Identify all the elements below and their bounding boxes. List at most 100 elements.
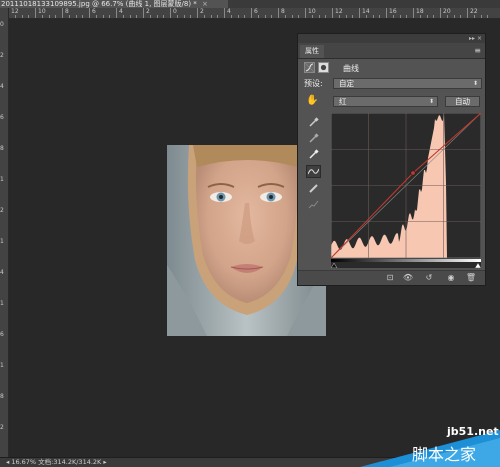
ruler-tick xyxy=(122,15,124,18)
preset-label: 预设: xyxy=(304,79,323,88)
ruler-tick xyxy=(129,15,131,18)
ruler-tick xyxy=(325,15,327,18)
ruler-tick xyxy=(163,15,165,18)
layer-mask-icon[interactable] xyxy=(318,62,329,73)
ruler-left-label: 0 xyxy=(0,21,4,28)
ruler-tick xyxy=(392,15,394,18)
ruler-top-label: 4 xyxy=(227,8,231,15)
ruler-tick xyxy=(62,8,63,18)
ruler-tick xyxy=(467,8,468,18)
ruler-tick xyxy=(237,15,239,18)
ruler-left-label: 4 xyxy=(0,269,4,276)
ruler-tick xyxy=(473,15,475,18)
close-tab-icon[interactable]: × xyxy=(202,0,208,8)
collapse-panel-icon[interactable]: ▸▸ xyxy=(469,35,475,42)
ruler-tick xyxy=(190,15,192,18)
properties-panel: ▸▸ × 属性 ≡ 曲线 预设: 自定 ⬍ ✋ 红 ⬍ 自动 ⊡ 👁 ↺ ◉ 🗑 xyxy=(297,33,486,286)
document-tab-title: 20111018133109895.jpg @ 66.7% (曲线 1, 图层蒙… xyxy=(1,0,197,8)
ruler-tick xyxy=(440,8,441,18)
ruler-top-label: 4 xyxy=(119,8,123,15)
channel-dropdown[interactable]: 红 ⬍ xyxy=(333,96,438,107)
ruler-tick xyxy=(433,15,435,18)
ruler-tick xyxy=(210,15,212,18)
preset-value: 自定 xyxy=(339,79,354,88)
ruler-horizontal[interactable]: 12 10 8 6 4 2 0 2 4 6 8 10 12 14 16 18 20 22 xyxy=(8,8,500,19)
tab-bar-background xyxy=(228,0,500,8)
ruler-tick xyxy=(75,15,77,18)
close-panel-icon[interactable]: × xyxy=(477,35,482,42)
panel-title: 曲线 xyxy=(343,64,359,73)
ruler-tick xyxy=(149,15,151,18)
ruler-tick xyxy=(48,15,50,18)
eyedropper-gray-point-icon[interactable] xyxy=(306,133,321,146)
ruler-tick xyxy=(406,15,408,18)
ruler-tick xyxy=(116,8,117,18)
tab-properties[interactable]: 属性 xyxy=(300,45,324,58)
ruler-tick xyxy=(365,15,367,18)
ruler-tick xyxy=(203,15,205,18)
ruler-tick xyxy=(89,8,90,18)
eyedropper-black-point-icon[interactable] xyxy=(306,117,321,130)
ruler-left-label: 8 xyxy=(0,145,4,152)
ruler-left-label: 1 xyxy=(0,238,4,245)
watermark-site: jb51.net xyxy=(447,425,499,438)
ruler-tick xyxy=(230,15,232,18)
ruler-tick xyxy=(332,8,333,18)
ruler-tick xyxy=(257,15,259,18)
ruler-tick xyxy=(352,15,354,18)
ruler-tick xyxy=(426,15,428,18)
on-image-adjustment-icon[interactable]: ✋ xyxy=(306,95,318,107)
ruler-tick xyxy=(284,15,286,18)
ruler-tick xyxy=(170,8,171,18)
curves-adjustment-icon[interactable] xyxy=(304,62,315,73)
chevron-updown-icon: ⬍ xyxy=(428,98,434,105)
document-tab[interactable]: 20111018133109895.jpg @ 66.7% (曲线 1, 图层蒙… xyxy=(0,0,229,8)
ruler-tick xyxy=(345,15,347,18)
ruler-tick xyxy=(453,15,455,18)
eyedropper-white-point-icon[interactable] xyxy=(306,149,321,162)
ruler-top-label: 18 xyxy=(416,8,424,15)
ruler-tick xyxy=(224,8,225,18)
ruler-tick xyxy=(298,15,300,18)
ruler-left-label: 2 xyxy=(0,207,4,214)
ruler-top-label: 12 xyxy=(11,8,19,15)
ruler-left-label: 2 xyxy=(0,52,4,59)
ruler-tick xyxy=(55,15,57,18)
panel-header-bar: ▸▸ × xyxy=(298,34,485,43)
curves-graph[interactable] xyxy=(331,113,481,268)
delete-icon[interactable]: 🗑 xyxy=(464,272,478,284)
preset-dropdown[interactable]: 自定 ⬍ xyxy=(333,78,482,89)
ruler-tick xyxy=(446,15,448,18)
ruler-left-label: 8 xyxy=(0,393,4,400)
toggle-visibility-icon[interactable]: ◉ xyxy=(444,272,458,284)
ruler-tick xyxy=(183,15,185,18)
ruler-top-label: 8 xyxy=(281,8,285,15)
view-previous-state-icon[interactable]: 👁 xyxy=(401,272,415,284)
ruler-tick xyxy=(264,15,266,18)
ruler-tick xyxy=(318,15,320,18)
ruler-tick xyxy=(82,15,84,18)
ruler-tick xyxy=(278,8,279,18)
white-point-slider xyxy=(474,262,481,268)
ruler-left-label: 2 xyxy=(0,424,4,431)
ruler-tick xyxy=(311,15,313,18)
ruler-tick xyxy=(399,15,401,18)
ruler-tick xyxy=(291,15,293,18)
pencil-draw-icon[interactable] xyxy=(306,183,321,196)
curve-edit-tool-icon[interactable] xyxy=(306,165,321,178)
auto-button[interactable]: 自动 xyxy=(445,96,480,107)
smooth-curve-icon[interactable] xyxy=(306,199,321,212)
ruler-top-label: 0 xyxy=(173,8,177,15)
reset-icon[interactable]: ↺ xyxy=(422,272,436,284)
status-text: ◂ 16.67% 文档:314.2K/314.2K ▸ xyxy=(6,458,107,466)
watermark-text: 脚本之家 xyxy=(412,445,477,464)
channel-value: 红 xyxy=(339,97,347,106)
ruler-left-label: 6 xyxy=(0,114,4,121)
panel-menu-icon[interactable]: ≡ xyxy=(474,46,481,55)
clip-to-layer-icon[interactable]: ⊡ xyxy=(383,272,397,284)
ruler-left-label: 6 xyxy=(0,331,4,338)
ruler-tick xyxy=(68,15,70,18)
ruler-left-label: 4 xyxy=(0,83,4,90)
ruler-left-label: 1 xyxy=(0,176,4,183)
ruler-vertical[interactable]: 0 2 4 6 8 1 2 1 4 1 6 1 8 2 xyxy=(0,8,9,458)
